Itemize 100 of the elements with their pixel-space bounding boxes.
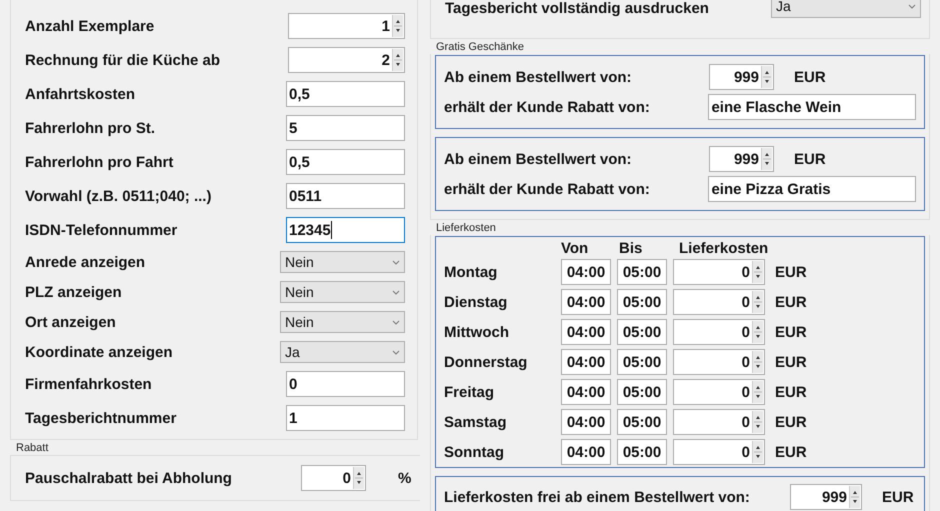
unit-label: EUR bbox=[775, 444, 807, 460]
spin-arrows-icon[interactable] bbox=[752, 291, 763, 313]
chevron-down-icon bbox=[392, 260, 400, 264]
spin-arrows-icon[interactable] bbox=[752, 321, 763, 343]
field-label: Ab einem Bestellwert von: bbox=[444, 150, 633, 168]
number-spinner[interactable]: 0 bbox=[673, 409, 765, 435]
input-field[interactable]: 0 bbox=[286, 371, 405, 397]
day-label: Samstag bbox=[444, 414, 508, 430]
unit-label: % bbox=[398, 470, 412, 486]
time-field[interactable]: 05:00 bbox=[617, 379, 667, 405]
time-field[interactable]: 04:00 bbox=[561, 379, 611, 405]
field-label: ISDN-Telefonnummer bbox=[25, 222, 178, 238]
field-label: PLZ anzeigen bbox=[25, 284, 122, 300]
dropdown[interactable]: Nein bbox=[280, 281, 405, 303]
number-spinner[interactable]: 0 bbox=[673, 319, 765, 345]
input-field[interactable]: 1 bbox=[286, 405, 405, 431]
field-label: erhält der Kunde Rabatt von: bbox=[444, 98, 651, 116]
group-title: Gratis Geschänke bbox=[435, 40, 526, 54]
time-field[interactable]: 04:00 bbox=[561, 259, 611, 285]
day-label: Donnerstag bbox=[444, 354, 528, 370]
unit-label: EUR bbox=[775, 294, 807, 310]
day-label: Dienstag bbox=[444, 294, 508, 310]
unit-label: EUR bbox=[775, 324, 807, 340]
number-spinner[interactable]: 0 bbox=[673, 289, 765, 315]
day-label: Freitag bbox=[444, 384, 496, 400]
time-field[interactable]: 04:00 bbox=[561, 439, 611, 465]
column-header: Von bbox=[561, 240, 590, 256]
dropdown[interactable]: Nein bbox=[280, 311, 405, 333]
spin-arrows-icon[interactable] bbox=[752, 381, 763, 403]
time-field[interactable]: 05:00 bbox=[617, 349, 667, 375]
group-title: Lieferkosten bbox=[435, 221, 497, 235]
time-field[interactable]: 05:00 bbox=[617, 319, 667, 345]
column-header: Lieferkosten bbox=[679, 240, 770, 256]
spin-arrows-icon[interactable] bbox=[752, 411, 763, 433]
number-spinner[interactable]: 0 bbox=[673, 379, 765, 405]
spin-arrows-icon[interactable] bbox=[761, 66, 772, 88]
time-field[interactable]: 05:00 bbox=[617, 259, 667, 285]
number-spinner[interactable]: 0 bbox=[673, 349, 765, 375]
unit-label: EUR bbox=[775, 354, 807, 370]
unit-label: EUR bbox=[882, 488, 914, 506]
unit-label: EUR bbox=[775, 264, 807, 280]
field-label: Ab einem Bestellwert von: bbox=[444, 68, 633, 86]
field-label: erhält der Kunde Rabatt von: bbox=[444, 180, 651, 198]
number-spinner[interactable]: 999 bbox=[790, 484, 862, 510]
field-label: Tagesbericht vollständig ausdrucken bbox=[445, 0, 710, 17]
spin-arrows-icon[interactable] bbox=[392, 15, 403, 37]
time-field[interactable]: 05:00 bbox=[617, 409, 667, 435]
field-label: Koordinate anzeigen bbox=[25, 344, 173, 360]
time-field[interactable]: 05:00 bbox=[617, 439, 667, 465]
chevron-down-icon bbox=[908, 4, 916, 8]
field-label: Anrede anzeigen bbox=[25, 254, 146, 270]
input-field[interactable]: 0,5 bbox=[286, 81, 405, 107]
time-field[interactable]: 04:00 bbox=[561, 319, 611, 345]
spin-arrows-icon[interactable] bbox=[761, 148, 772, 170]
spin-arrows-icon[interactable] bbox=[392, 49, 403, 71]
input-field[interactable]: 0,5 bbox=[286, 149, 405, 175]
unit-label: EUR bbox=[775, 384, 807, 400]
field-label: Tagesberichtnummer bbox=[25, 410, 176, 426]
time-field[interactable]: 04:00 bbox=[561, 349, 611, 375]
field-label: Anzahl Exemplare bbox=[25, 18, 154, 34]
field-label: Ort anzeigen bbox=[25, 314, 116, 330]
field-label: Anfahrtskosten bbox=[25, 86, 136, 102]
group-title: Rabatt bbox=[15, 441, 50, 455]
dropdown[interactable]: Ja bbox=[771, 0, 921, 18]
time-field[interactable]: 04:00 bbox=[561, 289, 611, 315]
input-field[interactable]: eine Pizza Gratis bbox=[708, 176, 916, 202]
number-spinner[interactable]: 999 bbox=[709, 64, 774, 90]
field-label: Firmenfahrkosten bbox=[25, 376, 152, 392]
unit-label: EUR bbox=[794, 68, 826, 86]
chevron-down-icon bbox=[392, 320, 400, 324]
spin-arrows-icon[interactable] bbox=[752, 441, 763, 463]
day-label: Sonntag bbox=[444, 444, 505, 460]
input-field[interactable]: 12345 bbox=[286, 217, 405, 243]
day-label: Montag bbox=[444, 264, 498, 280]
spin-arrows-icon[interactable] bbox=[752, 351, 763, 373]
spin-arrows-icon[interactable] bbox=[849, 486, 860, 508]
field-label: Vorwahl (z.B. 0511;040; ...) bbox=[25, 188, 212, 204]
number-spinner[interactable]: 999 bbox=[709, 146, 774, 172]
dropdown[interactable]: Ja bbox=[280, 341, 405, 363]
dropdown[interactable]: Nein bbox=[280, 251, 405, 273]
number-spinner[interactable]: 0 bbox=[301, 465, 366, 491]
field-label: Rechnung für die Küche ab bbox=[25, 52, 220, 68]
number-spinner[interactable]: 2 bbox=[288, 47, 405, 73]
column-header: Bis bbox=[619, 240, 644, 256]
day-label: Mittwoch bbox=[444, 324, 510, 340]
input-field[interactable]: 0511 bbox=[286, 183, 405, 209]
time-field[interactable]: 04:00 bbox=[561, 409, 611, 435]
number-spinner[interactable]: 0 bbox=[673, 439, 765, 465]
time-field[interactable]: 05:00 bbox=[617, 289, 667, 315]
field-label: Pauschalrabatt bei Abholung bbox=[25, 470, 233, 486]
spin-arrows-icon[interactable] bbox=[752, 261, 763, 283]
chevron-down-icon bbox=[392, 350, 400, 354]
chevron-down-icon bbox=[392, 290, 400, 294]
field-label: Fahrerlohn pro St. bbox=[25, 120, 156, 136]
input-field[interactable]: eine Flasche Wein bbox=[708, 94, 916, 120]
input-field[interactable]: 5 bbox=[286, 115, 405, 141]
number-spinner[interactable]: 0 bbox=[673, 259, 765, 285]
spin-arrows-icon[interactable] bbox=[353, 467, 364, 489]
number-spinner[interactable]: 1 bbox=[288, 13, 405, 39]
field-label: Fahrerlohn pro Fahrt bbox=[25, 154, 174, 170]
